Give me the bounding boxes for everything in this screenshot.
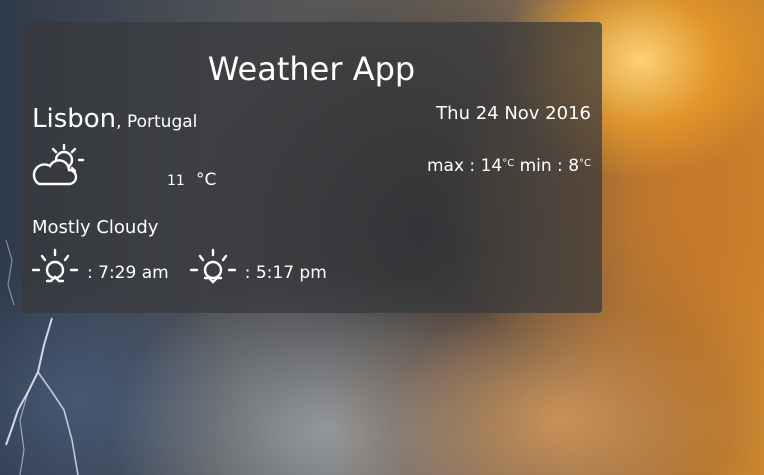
weather-description: Mostly Cloudy (32, 217, 159, 238)
max-value: 14 (480, 156, 503, 176)
max-unit: °C (502, 158, 515, 169)
sunset-time: : 5:17 pm (244, 263, 327, 283)
min-unit: °C (579, 158, 591, 169)
sunrise-icon (31, 248, 79, 283)
country-name: , Portugal (116, 112, 198, 132)
sunrise-time: : 7:29 am (87, 263, 169, 283)
max-label: max : (426, 156, 481, 176)
location: Lisbon, Portugal (32, 104, 197, 134)
city-name: Lisbon (32, 104, 117, 134)
sunset-icon (189, 248, 236, 284)
min-value: 8 (568, 156, 580, 176)
max-min-temperature: max : 14°C min : 8°C (427, 156, 591, 176)
weather-panel: Weather App Lisbon, Portugal Thu 24 Nov … (21, 22, 602, 313)
current-temperature: 11 (167, 173, 185, 189)
current-date: Thu 24 Nov 2016 (436, 103, 591, 124)
min-label: min : (514, 156, 569, 176)
temperature-unit: °C (196, 170, 217, 190)
app-title: Weather App (207, 50, 416, 88)
partly-cloudy-icon (32, 143, 85, 186)
sun-times: : 7:29 am : 5:17 pm (29, 248, 345, 288)
